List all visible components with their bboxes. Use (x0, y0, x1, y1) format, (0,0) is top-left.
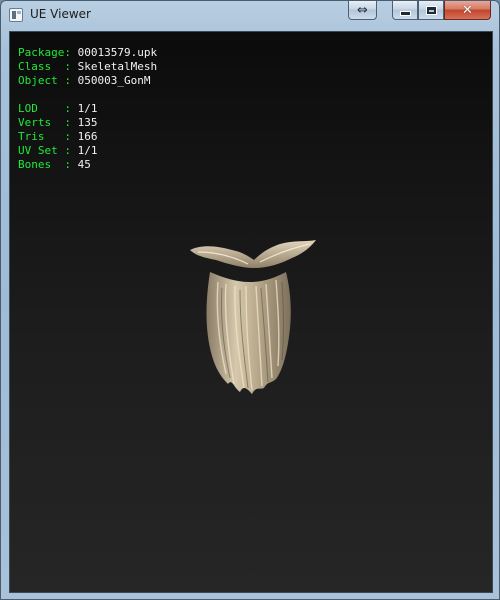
info-row-package: Package: 00013579.upk (18, 46, 157, 60)
info-label: Package: (18, 46, 71, 59)
title-bar[interactable]: UE Viewer ⇔ ✕ (1, 1, 499, 31)
info-label: Verts : (18, 116, 71, 129)
info-row-verts: Verts : 135 (18, 116, 157, 130)
info-row-tris: Tris : 166 (18, 130, 157, 144)
info-label: Class : (18, 60, 71, 73)
window-title: UE Viewer (30, 7, 91, 21)
mesh-info-panel: Package: 00013579.upk Class : SkeletalMe… (18, 46, 157, 172)
info-value: 45 (77, 158, 91, 171)
info-row-bones: Bones : 45 (18, 158, 157, 172)
info-value: 1/1 (77, 102, 98, 115)
info-row-object: Object : 050003_GonM (18, 74, 157, 88)
info-value: 1/1 (77, 144, 98, 157)
double-arrow-icon: ⇔ (357, 2, 368, 18)
info-value: 050003_GonM (77, 74, 151, 87)
info-value: 166 (77, 130, 98, 143)
info-label: Tris : (18, 130, 71, 143)
app-window: UE Viewer ⇔ ✕ Package: 00013579.upk Clas… (0, 0, 500, 600)
info-label: Object : (18, 74, 71, 87)
info-label: Bones : (18, 158, 71, 171)
info-row-uvset: UV Set : 1/1 (18, 144, 157, 158)
info-value: 135 (77, 116, 98, 129)
info-row-lod: LOD : 1/1 (18, 102, 157, 116)
info-value: SkeletalMesh (77, 60, 158, 73)
maximize-button[interactable] (418, 1, 444, 20)
swap-button[interactable]: ⇔ (348, 1, 377, 20)
close-button[interactable]: ✕ (444, 1, 491, 20)
info-label: UV Set : (18, 144, 71, 157)
info-row-class: Class : SkeletalMesh (18, 60, 157, 74)
3d-viewport[interactable]: Package: 00013579.upk Class : SkeletalMe… (9, 31, 493, 593)
app-icon[interactable] (9, 8, 23, 22)
maximize-icon (425, 5, 437, 15)
minimize-button[interactable] (392, 1, 418, 20)
info-value: 00013579.upk (77, 46, 158, 59)
info-label: LOD : (18, 102, 71, 115)
beard-mesh[interactable] (188, 238, 318, 394)
minimize-icon (399, 10, 411, 16)
close-icon: ✕ (462, 2, 473, 18)
